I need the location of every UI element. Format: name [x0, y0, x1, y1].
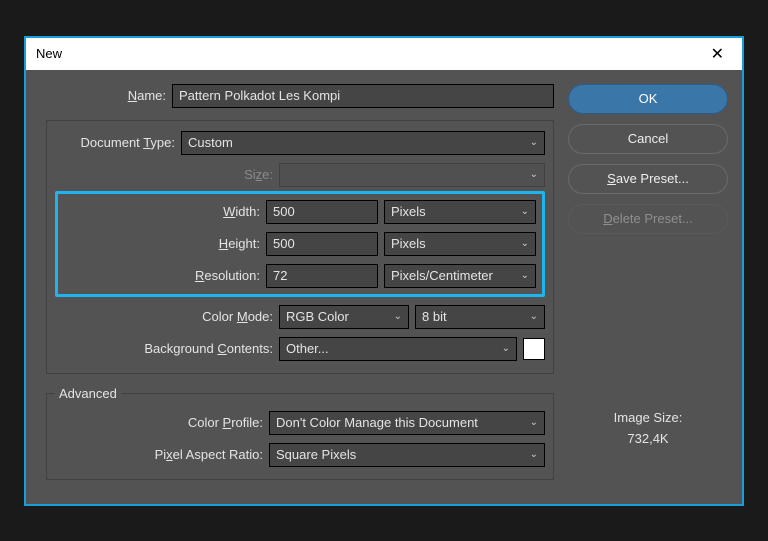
colorprofile-select[interactable]: Don't Color Manage this Document ⌄	[269, 411, 545, 435]
width-input[interactable]	[266, 200, 378, 224]
bgcontents-label: Background Contents:	[55, 341, 273, 356]
colorprofile-value: Don't Color Manage this Document	[276, 415, 478, 430]
resolution-input[interactable]	[266, 264, 378, 288]
chevron-down-icon: ⌄	[521, 270, 529, 281]
resolution-unit-select[interactable]: Pixels/Centimeter ⌄	[384, 264, 536, 288]
bgcontents-select[interactable]: Other... ⌄	[279, 337, 517, 361]
height-unit-value: Pixels	[391, 236, 426, 251]
size-select: ⌄	[279, 163, 545, 187]
doctype-panel: Document Type: Custom ⌄ Size: ⌄	[46, 120, 554, 374]
pixelaspect-value: Square Pixels	[276, 447, 356, 462]
advanced-panel: Advanced Color Profile: Don't Color Mana…	[46, 386, 554, 480]
bgcontents-value: Other...	[286, 341, 329, 356]
close-icon[interactable]: ✕	[703, 42, 732, 66]
pixelaspect-select[interactable]: Square Pixels ⌄	[269, 443, 545, 467]
ok-button[interactable]: OK	[568, 84, 728, 114]
titlebar: New ✕	[26, 38, 742, 70]
doctype-select[interactable]: Custom ⌄	[181, 131, 545, 155]
name-label: Name:	[36, 88, 166, 103]
colormode-label: Color Mode:	[55, 309, 273, 324]
chevron-down-icon: ⌄	[530, 169, 538, 180]
height-unit-select[interactable]: Pixels ⌄	[384, 232, 536, 256]
width-label: Width:	[64, 204, 260, 219]
save-preset-button[interactable]: Save Preset...	[568, 164, 728, 194]
image-size-value: 732,4K	[568, 429, 728, 450]
chevron-down-icon: ⌄	[530, 417, 538, 428]
chevron-down-icon: ⌄	[530, 311, 538, 322]
width-unit-value: Pixels	[391, 204, 426, 219]
colormode-select[interactable]: RGB Color ⌄	[279, 305, 409, 329]
pixelaspect-label: Pixel Aspect Ratio:	[55, 447, 263, 462]
advanced-legend: Advanced	[55, 386, 121, 401]
cancel-button[interactable]: Cancel	[568, 124, 728, 154]
chevron-down-icon: ⌄	[530, 449, 538, 460]
bitdepth-value: 8 bit	[422, 309, 447, 324]
colormode-value: RGB Color	[286, 309, 349, 324]
height-label: Height:	[64, 236, 260, 251]
chevron-down-icon: ⌄	[394, 311, 402, 322]
chevron-down-icon: ⌄	[530, 137, 538, 148]
width-unit-select[interactable]: Pixels ⌄	[384, 200, 536, 224]
window-title: New	[36, 46, 62, 61]
image-size-label: Image Size:	[568, 408, 728, 429]
bitdepth-select[interactable]: 8 bit ⌄	[415, 305, 545, 329]
dimension-highlight: Width: Pixels ⌄ Height: Pixels ⌄	[55, 191, 545, 297]
image-size-info: Image Size: 732,4K	[568, 408, 728, 490]
resolution-label: Resolution:	[64, 268, 260, 283]
doctype-value: Custom	[188, 135, 233, 150]
chevron-down-icon: ⌄	[502, 343, 510, 354]
delete-preset-button: Delete Preset...	[568, 204, 728, 234]
chevron-down-icon: ⌄	[521, 206, 529, 217]
colorprofile-label: Color Profile:	[55, 415, 263, 430]
size-label: Size:	[55, 167, 273, 182]
doctype-label: Document Type:	[55, 135, 175, 150]
resolution-unit-value: Pixels/Centimeter	[391, 268, 493, 283]
name-input[interactable]	[172, 84, 554, 108]
bgcolor-swatch[interactable]	[523, 338, 545, 360]
new-document-dialog: New ✕ Name: Document Type: Custom ⌄ Size	[24, 36, 744, 506]
chevron-down-icon: ⌄	[521, 238, 529, 249]
height-input[interactable]	[266, 232, 378, 256]
